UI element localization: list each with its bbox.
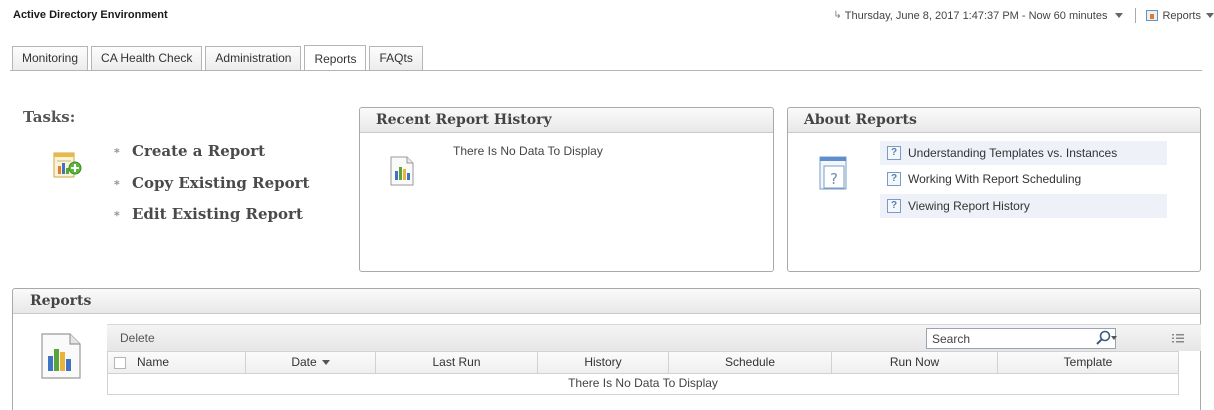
column-header-label: Template [1063, 355, 1113, 369]
columns-icon[interactable] [1171, 331, 1185, 345]
top-right-controls: ↳ Thursday, June 8, 2017 1:47:37 PM - No… [833, 8, 1214, 23]
tasks-title: Tasks: [23, 108, 76, 126]
svg-text:?: ? [830, 170, 838, 188]
tab-monitoring[interactable]: Monitoring [12, 46, 89, 70]
create-report-link[interactable]: * Create a Report [114, 142, 265, 160]
question-icon: ? [887, 199, 901, 213]
reports-table: Name Date Last Run History Schedule Run … [107, 351, 1179, 395]
help-link-report-history[interactable]: ? Viewing Report History [880, 194, 1167, 218]
tasks-report-add-icon [53, 152, 82, 178]
help-link-report-scheduling[interactable]: ? Working With Report Scheduling [880, 167, 1167, 191]
chevron-down-icon[interactable] [1115, 13, 1124, 18]
help-link-templates-vs-instances[interactable]: ? Understanding Templates vs. Instances [880, 141, 1167, 165]
edit-existing-report-link[interactable]: * Edit Existing Report [114, 205, 303, 223]
column-header-run-now[interactable]: Run Now [832, 352, 998, 373]
reports-panel-title: Reports [13, 289, 1200, 314]
column-header-label: Date [291, 355, 317, 369]
delete-button[interactable]: Delete [120, 331, 155, 345]
tab-faqts[interactable]: FAQts [369, 46, 423, 70]
copy-existing-report-link[interactable]: * Copy Existing Report [114, 174, 309, 192]
table-header-row: Name Date Last Run History Schedule Run … [108, 352, 1178, 374]
tab-divider-line [10, 70, 1202, 71]
about-reports-panel: About Reports ? ? Understanding Templates… [787, 107, 1201, 272]
select-all-checkbox[interactable] [114, 357, 126, 369]
column-header-last-run[interactable]: Last Run [376, 352, 538, 373]
top-bar: Active Directory Environment ↳ Thursday,… [0, 0, 1214, 36]
column-header-label: Last Run [432, 355, 481, 369]
reports-panel: Reports Delete Name Date Last R [12, 288, 1201, 410]
recent-report-history-panel: Recent Report History There Is No Data T… [359, 107, 774, 272]
column-header-label: History [584, 355, 622, 369]
recent-report-history-title: Recent Report History [360, 108, 773, 133]
tab-reports[interactable]: Reports [304, 45, 367, 71]
help-document-icon: ? [819, 156, 847, 190]
column-header-history[interactable]: History [538, 352, 669, 373]
about-reports-title: About Reports [788, 108, 1200, 133]
help-link-label: Understanding Templates vs. Instances [908, 146, 1118, 160]
toolbar-divider [1135, 8, 1137, 23]
task-bullet: * [114, 209, 120, 222]
clock-icon: ↳ [833, 10, 842, 21]
reports-menu-button[interactable]: Reports [1162, 10, 1201, 22]
column-header-template[interactable]: Template [998, 352, 1178, 373]
help-link-label: Viewing Report History [908, 199, 1030, 213]
report-chart-icon [41, 333, 81, 379]
column-header-label: Schedule [724, 355, 776, 369]
column-header-label: Name [137, 355, 170, 369]
time-range-selector[interactable]: Thursday, June 8, 2017 1:47:37 PM - Now … [845, 10, 1108, 22]
task-bullet: * [114, 178, 120, 191]
reports-icon [1146, 10, 1159, 21]
search-options-chevron-icon[interactable] [1111, 336, 1117, 340]
app-title: Active Directory Environment [13, 9, 168, 21]
tab-ca-health-check[interactable]: CA Health Check [91, 46, 203, 70]
question-icon: ? [887, 172, 901, 186]
edit-existing-report-label: Edit Existing Report [132, 205, 303, 223]
main-tabs: Monitoring CA Health Check Administratio… [12, 44, 426, 71]
search-input[interactable] [926, 328, 1116, 349]
create-report-label: Create a Report [132, 142, 266, 160]
column-header-name[interactable]: Name [108, 352, 246, 373]
help-link-label: Working With Report Scheduling [908, 172, 1082, 186]
sort-desc-icon [321, 360, 330, 366]
copy-existing-report-label: Copy Existing Report [132, 174, 310, 192]
reports-toolbar: Delete [107, 324, 1201, 351]
column-header-date[interactable]: Date [246, 352, 376, 373]
report-chart-icon [390, 156, 414, 186]
column-header-label: Run Now [889, 355, 940, 369]
recent-history-empty-text: There Is No Data To Display [453, 144, 603, 158]
tab-administration[interactable]: Administration [205, 46, 302, 70]
task-bullet: * [114, 146, 120, 159]
reports-empty-text: There Is No Data To Display [108, 374, 1178, 394]
reports-menu-chevron-icon[interactable] [1206, 13, 1214, 18]
column-header-schedule[interactable]: Schedule [669, 352, 832, 373]
question-icon: ? [887, 146, 901, 160]
